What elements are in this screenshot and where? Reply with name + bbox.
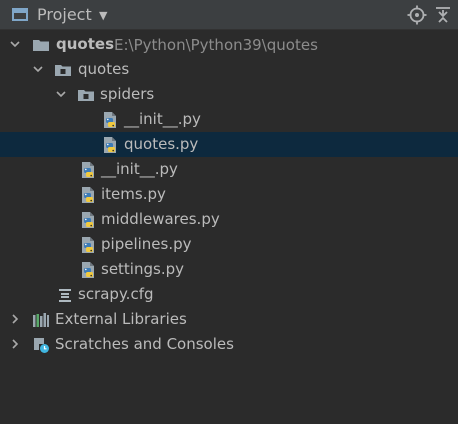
collapse-all-icon[interactable]	[433, 5, 453, 25]
tree-item-label: middlewares.py	[101, 210, 220, 228]
python-file-icon	[101, 136, 119, 154]
locate-file-icon[interactable]	[407, 5, 427, 25]
tree-item-external-libraries[interactable]: External Libraries	[0, 307, 458, 332]
package-folder-icon	[54, 61, 72, 79]
view-dropdown-icon[interactable]: ▼	[99, 9, 107, 22]
tree-item-pkg-quotes[interactable]: quotes	[0, 57, 458, 82]
python-file-icon	[79, 211, 97, 229]
python-file-icon	[101, 111, 119, 129]
chevron-down-icon[interactable]	[32, 63, 44, 75]
python-file-icon	[79, 161, 97, 179]
chevron-right-icon[interactable]	[9, 313, 21, 325]
tree-item-label: __init__.py	[101, 160, 178, 178]
tree-item-items[interactable]: items.py	[0, 182, 458, 207]
tree-item-label: scrapy.cfg	[78, 285, 154, 303]
tree-item-label: External Libraries	[55, 310, 187, 328]
python-file-icon	[79, 236, 97, 254]
tree-item-label: items.py	[101, 185, 166, 203]
tree-item-spiders[interactable]: spiders	[0, 82, 458, 107]
tree-item-label: settings.py	[101, 260, 184, 278]
folder-icon	[32, 36, 50, 54]
root-path: E:\Python\Python39\quotes	[114, 36, 318, 54]
tree-item-scrapy-cfg[interactable]: scrapy.cfg	[0, 282, 458, 307]
tree-item-quotes-py[interactable]: quotes.py	[0, 132, 458, 157]
chevron-right-icon[interactable]	[9, 338, 21, 350]
chevron-down-icon[interactable]	[9, 38, 21, 50]
project-tree: quotes E:\Python\Python39\quotes quotes …	[0, 30, 458, 424]
tree-item-middlewares[interactable]: middlewares.py	[0, 207, 458, 232]
tree-item-scratches[interactable]: Scratches and Consoles	[0, 332, 458, 357]
tree-item-label: pipelines.py	[101, 235, 192, 253]
config-file-icon	[56, 286, 74, 304]
tree-item-pipelines[interactable]: pipelines.py	[0, 232, 458, 257]
tree-item-pkg-init[interactable]: __init__.py	[0, 157, 458, 182]
scratches-icon	[32, 336, 50, 354]
root-label: quotes	[56, 35, 114, 53]
tree-item-root-quotes[interactable]: quotes E:\Python\Python39\quotes	[0, 32, 458, 57]
tree-item-label: quotes.py	[124, 135, 199, 153]
panel-title[interactable]: Project	[37, 5, 92, 24]
chevron-down-icon[interactable]	[55, 88, 67, 100]
package-folder-icon	[77, 86, 95, 104]
tree-item-label: quotes	[78, 60, 130, 78]
tree-item-label: __init__.py	[124, 110, 201, 128]
project-panel-header: Project ▼	[0, 0, 458, 30]
python-file-icon	[79, 186, 97, 204]
tree-item-spiders-init[interactable]: __init__.py	[0, 107, 458, 132]
tree-item-settings[interactable]: settings.py	[0, 257, 458, 282]
python-file-icon	[79, 261, 97, 279]
tree-item-label: spiders	[100, 85, 155, 103]
libraries-icon	[32, 311, 50, 329]
tree-item-label: Scratches and Consoles	[55, 335, 234, 353]
project-window-icon	[12, 8, 28, 21]
